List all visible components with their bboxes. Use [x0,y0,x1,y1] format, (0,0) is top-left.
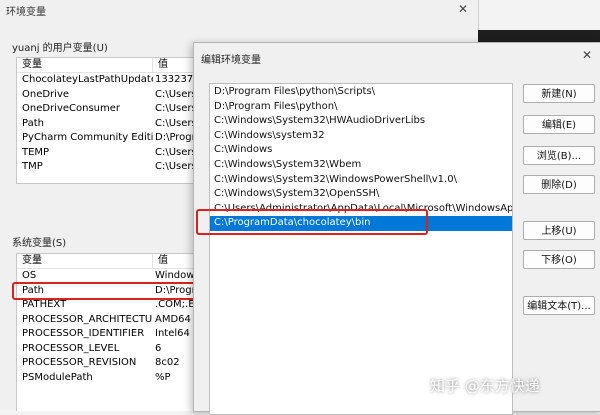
user-vars-header: 变量 值 [17,58,217,73]
user-var-row[interactable]: ChocolateyLastPathUpdate 1332371 [17,73,217,88]
header-variable[interactable]: 变量 [17,58,153,72]
path-entry[interactable]: C:\Windows\System32\WindowsPowerShell\v1… [210,173,512,188]
path-entry[interactable]: D:\Program Files\python\Scripts\ [210,85,512,100]
path-highlight-annotation [12,282,217,300]
path-entry[interactable]: C:\Windows [210,143,512,158]
watermark: 知乎 @东方快递 [430,377,540,395]
system-var-row[interactable]: PROCESSOR_LEVEL 6 [17,342,217,357]
path-entry[interactable]: D:\Program Files\python\ [210,100,512,115]
system-var-row[interactable]: PSModulePath %P [17,371,217,386]
path-entry[interactable]: C:\Windows\System32\Wbem [210,158,512,173]
path-entry[interactable]: C:\Windows\System32\OpenSSH\ [210,187,512,202]
user-vars-list[interactable]: 变量 值 ChocolateyLastPathUpdate 1332371 OneD… [16,57,218,184]
move-down-button[interactable]: 下移(O) [523,250,595,269]
dialog-title: 编辑环境变量 [201,55,261,66]
close-icon[interactable]: ✕ [582,48,592,62]
header-variable[interactable]: 变量 [17,254,153,268]
variable-name: PATHEXT [22,299,67,310]
window-title: 环境变量 [6,7,46,18]
system-var-row[interactable]: PROCESSOR_REVISION 8c02 [17,356,217,371]
header-value[interactable]: 值 [153,254,168,268]
variable-name: PyCharm Community Edition [22,132,153,143]
variable-name: OneDriveConsumer [22,103,121,114]
variable-name: Path [22,117,44,129]
user-var-row[interactable]: TEMP C:\Users\ [17,146,217,161]
variable-value: AMD64 [155,313,191,325]
variable-name: PROCESSOR_ARCHITECTURE [22,313,153,325]
user-var-row[interactable]: Path C:\Users\ [17,117,217,132]
variable-value: 8c02 [155,357,180,368]
delete-button[interactable]: 删除(D) [523,175,595,194]
variable-name: PSModulePath [22,371,93,383]
variable-name: PROCESSOR_REVISION [22,357,137,368]
variable-name: PROCESSOR_LEVEL [22,342,120,354]
path-entries-list[interactable]: D:\Program Files\python\Scripts\ D:\Progr… [209,83,513,415]
header-value[interactable]: 值 [153,58,168,72]
user-var-row[interactable]: PyCharm Community Edition D:\Progra [17,131,217,146]
path-entry[interactable]: C:\Windows\system32 [210,129,512,144]
user-var-row[interactable]: OneDrive C:\Users\ [17,88,217,103]
system-var-row[interactable]: PROCESSOR_IDENTIFIER Intel64 F [17,327,217,342]
new-button[interactable]: 新建(N) [523,84,595,103]
user-var-row[interactable]: TMP C:\Users\ [17,160,217,175]
edit-button[interactable]: 编辑(E) [523,115,595,134]
variable-value: %P [155,371,171,383]
variable-value: 6 [155,342,162,354]
variable-name: TEMP [22,146,50,158]
system-var-row[interactable]: PATHEXT .COM;.EX [17,298,217,313]
close-icon[interactable]: ✕ [458,2,468,16]
variable-name: OneDrive [22,88,70,100]
system-vars-header: 变量 值 [17,254,217,269]
browse-button[interactable]: 浏览(B)... [523,146,595,165]
system-vars-list[interactable]: 变量 值 OS Windows Path D:\Progra PATHEXT .COM;.… [16,253,218,411]
edit-text-button[interactable]: 编辑文本(T)... [523,296,595,315]
system-var-row[interactable]: PROCESSOR_ARCHITECTURE AMD64 [17,313,217,328]
variable-name: TMP [22,161,43,172]
move-up-button[interactable]: 上移(U) [523,221,595,240]
user-vars-label: yuanj 的用户变量(U) [12,43,108,54]
path-entry[interactable]: C:\Windows\System32\HWAudioDriverLibs [210,114,512,129]
variable-value: Intel64 F [155,328,199,339]
selected-path-annotation [196,209,428,235]
variable-name: PROCESSOR_IDENTIFIER [22,328,145,339]
system-vars-label: 系统变量(S) [12,238,67,249]
variable-name: ChocolateyLastPathUpdate [22,74,153,85]
user-var-row[interactable]: OneDriveConsumer C:\Users\ [17,102,217,117]
